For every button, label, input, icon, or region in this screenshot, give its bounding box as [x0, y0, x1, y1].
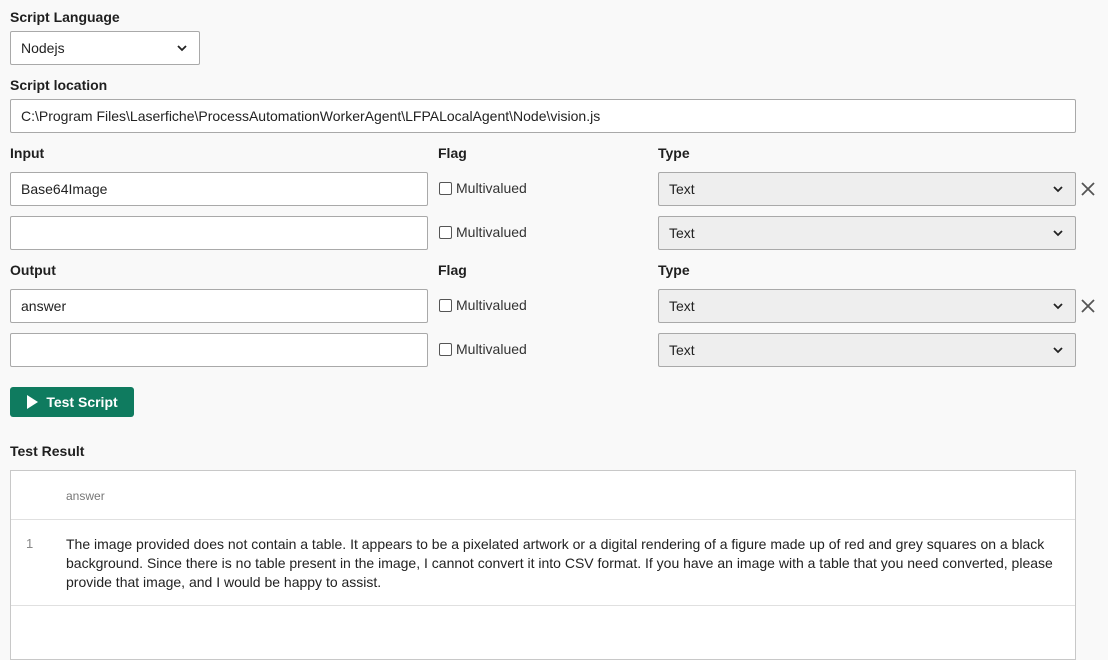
input-name-value: Base64Image: [21, 181, 108, 197]
table-header: answer: [11, 471, 1075, 520]
multivalued-label: Multivalued: [456, 341, 527, 357]
input-name-field[interactable]: [10, 216, 428, 250]
script-language-select[interactable]: Nodejs: [10, 31, 200, 65]
script-location-value: C:\Program Files\Laserfiche\ProcessAutom…: [21, 108, 601, 124]
output-type-header: Type: [658, 262, 690, 278]
input-type-value: Text: [669, 181, 695, 197]
input-multivalued-checkbox[interactable]: Multivalued: [439, 180, 527, 196]
test-script-button[interactable]: Test Script: [10, 387, 134, 417]
output-type-select[interactable]: Text: [658, 333, 1076, 367]
remove-input-button[interactable]: [1079, 180, 1097, 198]
row-answer-text: The image provided does not contain a ta…: [66, 536, 1053, 590]
input-type-select[interactable]: Text: [658, 172, 1076, 206]
chevron-down-icon: [1053, 230, 1063, 237]
input-type-select[interactable]: Text: [658, 216, 1076, 250]
multivalued-label: Multivalued: [456, 297, 527, 313]
test-result-label: Test Result: [10, 443, 85, 459]
chevron-down-icon: [177, 45, 187, 52]
chevron-down-icon: [1053, 303, 1063, 310]
input-multivalued-checkbox[interactable]: Multivalued: [439, 224, 527, 240]
checkbox-box[interactable]: [439, 225, 452, 239]
output-multivalued-checkbox[interactable]: Multivalued: [439, 341, 527, 357]
output-multivalued-checkbox[interactable]: Multivalued: [439, 297, 527, 313]
output-name-field[interactable]: answer: [10, 289, 428, 323]
output-name-field[interactable]: [10, 333, 428, 367]
checkbox-box[interactable]: [439, 181, 452, 195]
table-row: 1 The image provided does not contain a …: [11, 519, 1075, 606]
output-type-value: Text: [669, 298, 695, 314]
output-type-select[interactable]: Text: [658, 289, 1076, 323]
output-name-value: answer: [21, 298, 67, 314]
script-location-input[interactable]: C:\Program Files\Laserfiche\ProcessAutom…: [10, 99, 1076, 133]
close-icon: [1081, 182, 1095, 196]
test-script-label: Test Script: [46, 394, 118, 410]
row-index: 1: [26, 536, 34, 551]
chevron-down-icon: [1053, 347, 1063, 354]
output-flag-header: Flag: [438, 262, 467, 278]
test-result-table: answer 1 The image provided does not con…: [10, 470, 1076, 660]
input-header: Input: [10, 145, 45, 161]
input-type-header: Type: [658, 145, 690, 161]
chevron-down-icon: [1053, 186, 1063, 193]
script-location-label: Script location: [10, 77, 108, 93]
output-header: Output: [10, 262, 56, 278]
input-type-value: Text: [669, 225, 695, 241]
close-icon: [1081, 299, 1095, 313]
column-header-answer: answer: [66, 489, 105, 503]
multivalued-label: Multivalued: [456, 180, 527, 196]
output-type-value: Text: [669, 342, 695, 358]
input-flag-header: Flag: [438, 145, 467, 161]
multivalued-label: Multivalued: [456, 224, 527, 240]
play-icon: [27, 395, 39, 409]
script-language-label: Script Language: [10, 9, 120, 25]
remove-output-button[interactable]: [1079, 297, 1097, 315]
script-language-value: Nodejs: [21, 40, 65, 56]
checkbox-box[interactable]: [439, 298, 452, 312]
checkbox-box[interactable]: [439, 342, 452, 356]
input-name-field[interactable]: Base64Image: [10, 172, 428, 206]
